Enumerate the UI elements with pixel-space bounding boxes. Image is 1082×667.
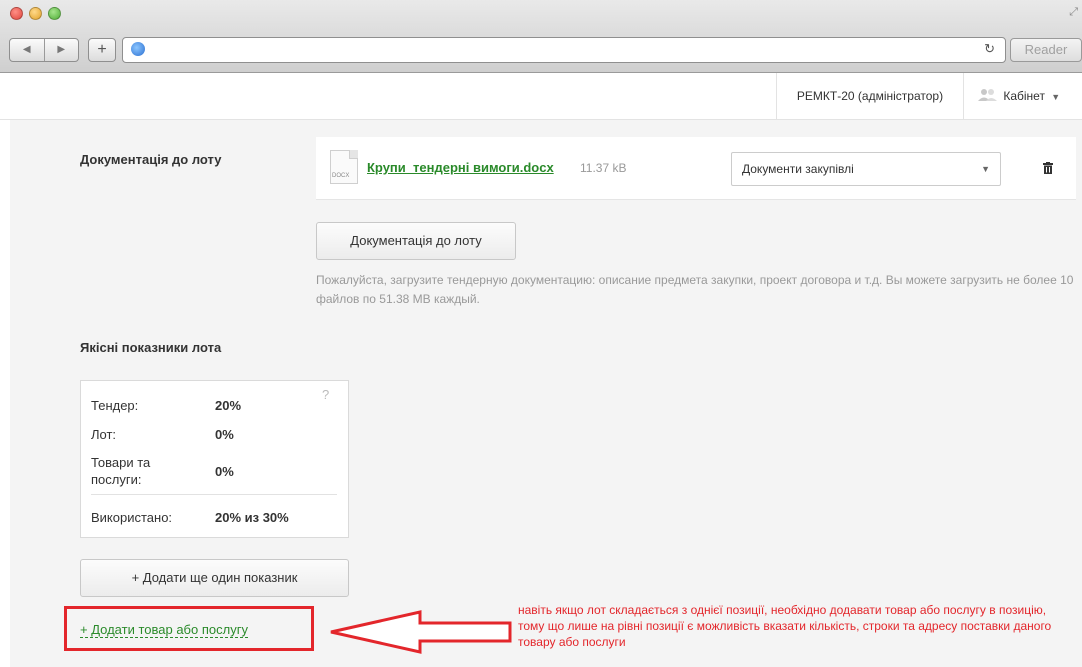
indicator-label: Товари та послуги: <box>91 455 151 487</box>
minimize-window-button[interactable] <box>29 7 42 20</box>
indicator-label: Лот: <box>91 427 117 442</box>
docx-file-icon: DOCX <box>330 150 358 184</box>
indicator-value: 0% <box>215 427 234 442</box>
upload-hint: Пожалуйста, загрузите тендерную документ… <box>316 273 1074 306</box>
used-value: 20% из 30% <box>215 510 289 525</box>
used-label: Використано: <box>91 510 173 525</box>
back-arrow-icon[interactable]: ◀ <box>10 39 45 61</box>
add-indicator-button[interactable]: + Додати ще один показник <box>80 559 349 597</box>
reload-icon[interactable]: ↻ <box>984 41 995 57</box>
indicator-label: Тендер: <box>91 398 139 413</box>
indicator-value: 20% <box>215 398 242 413</box>
window-controls <box>10 7 61 20</box>
attached-file-row: DOCX Крупи_тендерні вимоги.docx 11.37 kB… <box>316 137 1076 200</box>
document-type-select[interactable]: Документи закупівлі ▼ <box>731 152 1001 186</box>
divider <box>91 494 337 495</box>
upload-documentation-button[interactable]: Документація до лоту <box>316 222 516 260</box>
indicator-value: 0% <box>215 464 234 479</box>
chevron-down-icon: ▼ <box>1051 92 1061 102</box>
cabinet-menu[interactable]: Кабінет ▼ <box>978 73 1078 119</box>
close-window-button[interactable] <box>10 7 23 20</box>
globe-icon <box>131 42 145 56</box>
address-bar[interactable]: ↻ <box>122 37 1006 63</box>
site-header: РЕМКТ-20 (адміністратор) Кабінет ▼ <box>0 73 1082 120</box>
highlight-box <box>64 606 314 651</box>
document-type-value: Документи закупівлі <box>742 162 854 176</box>
annotation-note: навіть якщо лот складається з однієї поз… <box>518 603 1052 649</box>
quality-indicators-box: ? Тендер: 20% Лот: 0% Товари та послуги:… <box>80 380 349 538</box>
users-icon <box>978 74 1000 120</box>
reader-button[interactable]: Reader <box>1010 38 1082 62</box>
trash-icon[interactable] <box>1043 162 1053 174</box>
history-nav: ◀ ▶ <box>9 38 79 62</box>
help-icon[interactable]: ? <box>322 387 329 402</box>
browser-toolbar: ⤢ ◀ ▶ + ↻ Reader <box>0 0 1082 73</box>
file-size: 11.37 kB <box>580 161 627 175</box>
quality-section-title: Якісні показники лота <box>80 340 222 355</box>
chevron-down-icon: ▼ <box>981 164 990 174</box>
current-user[interactable]: РЕМКТ-20 (адміністратор) <box>776 73 964 119</box>
fullscreen-icon[interactable]: ⤢ <box>1069 6 1078 19</box>
new-tab-button[interactable]: + <box>88 38 116 62</box>
cabinet-label: Кабінет <box>1003 89 1045 103</box>
docs-section-title: Документація до лоту <box>80 152 222 167</box>
annotation-arrow <box>330 610 512 654</box>
forward-arrow-icon[interactable]: ▶ <box>45 39 79 61</box>
file-link[interactable]: Крупи_тендерні вимоги.docx <box>367 160 554 175</box>
zoom-window-button[interactable] <box>48 7 61 20</box>
